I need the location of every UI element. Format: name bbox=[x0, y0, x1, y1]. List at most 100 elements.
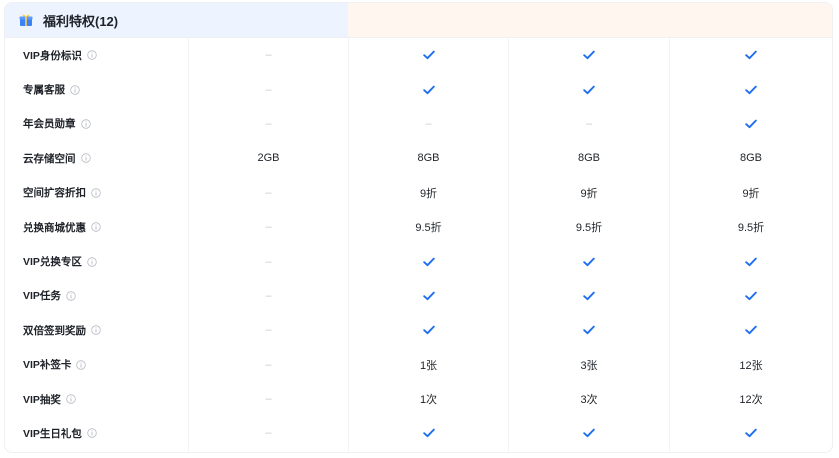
check-icon bbox=[745, 119, 757, 129]
not-included-dash: – bbox=[265, 83, 272, 96]
info-icon[interactable] bbox=[87, 50, 97, 60]
tier-value: 8GB bbox=[417, 152, 440, 165]
feature-label: 空间扩容折扣 bbox=[23, 187, 86, 200]
feature-label: VIP补签卡 bbox=[23, 359, 72, 372]
tier-cell: 9.5折 bbox=[669, 209, 832, 245]
feature-cell: 空间扩容折扣 bbox=[5, 176, 188, 210]
tier-cell: – bbox=[188, 209, 348, 245]
tier-cell bbox=[348, 72, 508, 107]
tier-cell bbox=[348, 313, 508, 348]
tier-cell bbox=[508, 72, 669, 107]
feature-label: 双倍签到奖励 bbox=[23, 324, 86, 337]
feature-cell: 专属客服 bbox=[5, 72, 188, 106]
tier-value: 12次 bbox=[739, 394, 763, 407]
tier-cell: 9折 bbox=[348, 175, 508, 210]
tier-value: 1次 bbox=[419, 394, 438, 407]
check-icon bbox=[583, 50, 595, 60]
tier-cell: 8GB bbox=[508, 141, 669, 176]
tier-value: 3次 bbox=[580, 394, 598, 407]
tier-cell bbox=[508, 313, 669, 348]
tier-cell: – bbox=[188, 175, 348, 210]
info-icon[interactable] bbox=[91, 222, 101, 232]
info-icon[interactable] bbox=[70, 84, 80, 95]
table-row: VIP生日礼包 – bbox=[5, 416, 832, 451]
check-icon bbox=[422, 257, 435, 266]
check-icon bbox=[583, 85, 595, 94]
section-header: 福利特权(12) bbox=[5, 3, 832, 38]
tier-cell: 8GB bbox=[669, 141, 832, 176]
not-included-dash: – bbox=[265, 186, 272, 199]
tier-cell bbox=[669, 106, 832, 142]
tier-cell bbox=[669, 278, 832, 314]
feature-cell: 云存储空间 bbox=[5, 141, 188, 175]
check-icon bbox=[422, 325, 435, 335]
check-icon bbox=[745, 85, 757, 94]
benefit-rows: VIP身份标识 – 专属客服 – 年会员勋章 – – – 云存储空间 2GB 8GB 8GB 8GB 空间… bbox=[5, 38, 832, 451]
tier-cell: 9折 bbox=[508, 175, 669, 210]
tier-cell: 3张 bbox=[508, 347, 669, 382]
info-icon[interactable] bbox=[87, 256, 97, 267]
not-included-dash: – bbox=[265, 358, 272, 371]
tier-value: 9.5折 bbox=[737, 222, 765, 235]
tier-cell bbox=[669, 38, 832, 73]
tier-cell: 2GB bbox=[188, 141, 348, 176]
tier-cell bbox=[348, 38, 508, 73]
not-included-dash: – bbox=[265, 324, 272, 337]
feature-cell: 双倍签到奖励 bbox=[5, 313, 188, 347]
info-icon[interactable] bbox=[80, 153, 91, 164]
info-icon[interactable] bbox=[66, 291, 76, 301]
tier-value: 3张 bbox=[580, 359, 598, 372]
benefits-table: 福利特权(12) VIP身份标识 – 专属客服 – 年会员勋章 – – – 云存储空间 2GB 8G… bbox=[4, 2, 833, 453]
tier-cell bbox=[669, 416, 832, 451]
info-icon[interactable] bbox=[91, 188, 101, 198]
tier-value: 8GB bbox=[577, 152, 600, 165]
info-icon[interactable] bbox=[76, 360, 87, 370]
tier-cell: – bbox=[348, 106, 508, 142]
tier-cell: – bbox=[188, 244, 348, 279]
tier-value: 1张 bbox=[419, 359, 438, 372]
info-icon[interactable] bbox=[91, 325, 101, 336]
tier-value: 2GB bbox=[257, 152, 280, 165]
tier-cell: – bbox=[188, 278, 348, 314]
tier-cell: 8GB bbox=[348, 141, 508, 176]
feature-label: 年会员勋章 bbox=[23, 118, 76, 131]
info-icon[interactable] bbox=[80, 119, 91, 129]
tier-value: 8GB bbox=[739, 152, 762, 165]
table-row: VIP补签卡 – 1张 3张 12张 bbox=[5, 347, 832, 382]
tier-cell: – bbox=[188, 381, 348, 417]
table-row: VIP身份标识 – bbox=[5, 38, 832, 73]
tier-cell: 3次 bbox=[508, 381, 669, 417]
feature-cell: VIP兑换专区 bbox=[5, 244, 188, 278]
feature-cell: 兑换商城优惠 bbox=[5, 210, 188, 244]
table-row: 年会员勋章 – – – bbox=[5, 106, 832, 142]
feature-cell: VIP补签卡 bbox=[5, 348, 188, 382]
tier-cell bbox=[348, 278, 508, 314]
table-row: 双倍签到奖励 – bbox=[5, 313, 832, 348]
feature-cell: 年会员勋章 bbox=[5, 107, 188, 141]
not-included-dash: – bbox=[265, 427, 272, 440]
tier-cell: 12张 bbox=[669, 347, 832, 382]
tier-cell bbox=[348, 416, 508, 451]
tier-cell: 9.5折 bbox=[508, 209, 669, 245]
not-included-dash: – bbox=[265, 255, 272, 268]
tier-cell bbox=[669, 244, 832, 279]
not-included-dash: – bbox=[265, 117, 272, 130]
feature-cell: VIP生日礼包 bbox=[5, 416, 188, 450]
tier-cell: – bbox=[188, 416, 348, 451]
table-row: VIP兑换专区 – bbox=[5, 244, 832, 279]
table-row: 专属客服 – bbox=[5, 72, 832, 107]
tier-cell bbox=[508, 278, 669, 314]
tier-value: 9折 bbox=[419, 187, 438, 200]
tier-cell bbox=[669, 72, 832, 107]
tier-value: 9折 bbox=[580, 187, 598, 200]
tier-cell bbox=[508, 38, 669, 73]
check-icon bbox=[422, 50, 435, 60]
info-icon[interactable] bbox=[87, 428, 97, 439]
tier-value: 9折 bbox=[742, 187, 760, 200]
table-row: 兑换商城优惠 – 9.5折 9.5折 9.5折 bbox=[5, 209, 832, 245]
check-icon bbox=[583, 429, 595, 438]
not-included-dash: – bbox=[265, 221, 272, 234]
info-icon[interactable] bbox=[66, 394, 76, 404]
feature-label: VIP抽奖 bbox=[23, 393, 61, 406]
table-row: VIP抽奖 – 1次 3次 12次 bbox=[5, 381, 832, 417]
